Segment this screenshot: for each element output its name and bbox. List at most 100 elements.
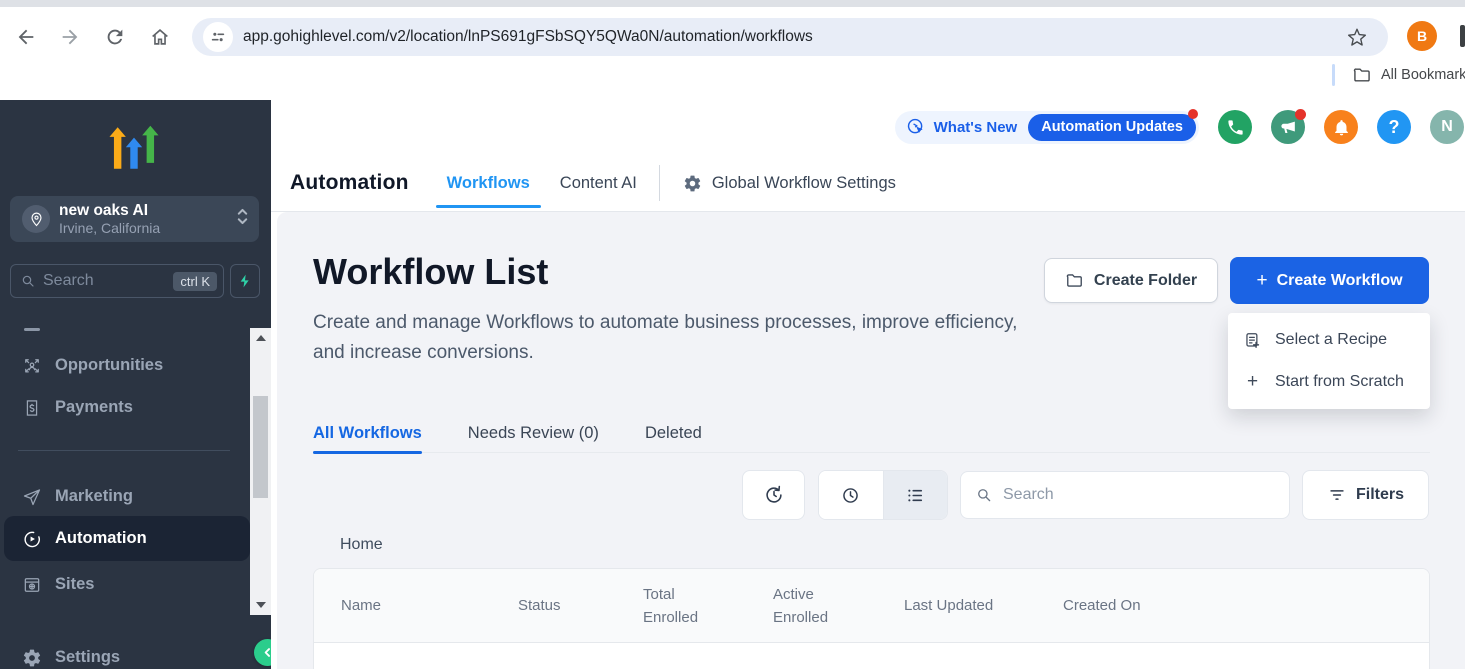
column-active-enrolled[interactable]: Active Enrolled	[773, 583, 839, 629]
recipe-icon	[1243, 331, 1262, 350]
sidebar-divider	[18, 450, 230, 451]
breadcrumb[interactable]: Home	[340, 536, 383, 554]
sidebar-item-opportunities[interactable]: Opportunities	[0, 343, 250, 388]
sidebar-item-payments[interactable]: Payments	[0, 385, 250, 430]
browser-toolbar: app.gohighlevel.com/v2/location/lnPS691g…	[0, 7, 1465, 60]
browser-back-button[interactable]	[13, 24, 39, 50]
bookmarks-bar: All Bookmarks	[0, 60, 1465, 92]
column-name[interactable]: Name	[341, 594, 518, 617]
create-workflow-button[interactable]: + Create Workflow	[1230, 257, 1429, 304]
opportunities-icon	[22, 356, 42, 376]
search-shortcut-badge: ctrl K	[173, 272, 217, 291]
workflow-search[interactable]	[960, 471, 1290, 519]
announcements-button[interactable]	[1271, 110, 1305, 144]
settings-icon	[22, 648, 42, 668]
scrollbar-thumb[interactable]	[253, 396, 268, 498]
screen: app.gohighlevel.com/v2/location/lnPS691g…	[0, 0, 1465, 669]
workflow-search-input[interactable]	[1003, 486, 1279, 504]
logo-arrow-green	[142, 126, 158, 163]
whats-new-icon	[906, 117, 926, 137]
history-view-button[interactable]	[819, 471, 883, 519]
gohighlevel-logo	[108, 120, 160, 176]
browser-menu-partial[interactable]	[1460, 25, 1465, 47]
browser-address-bar[interactable]: app.gohighlevel.com/v2/location/lnPS691g…	[192, 18, 1388, 56]
notifications-button[interactable]	[1324, 110, 1358, 144]
sidebar-search[interactable]: ctrl K	[10, 264, 224, 298]
create-folder-label: Create Folder	[1094, 272, 1197, 290]
main-area: What's New Automation Updates	[271, 100, 1465, 669]
folder-icon	[1352, 65, 1372, 85]
sidebar-collapse-button[interactable]	[254, 639, 271, 666]
tab-needs-review[interactable]: Needs Review (0)	[468, 414, 599, 452]
column-total-enrolled[interactable]: Total Enrolled	[643, 583, 709, 629]
column-status[interactable]: Status	[518, 594, 643, 617]
menu-item-start-from-scratch[interactable]: + Start from Scratch	[1228, 361, 1430, 403]
plus-icon: +	[1243, 371, 1262, 393]
url-text: app.gohighlevel.com/v2/location/lnPS691g…	[243, 18, 813, 56]
sidebar-item-label: Marketing	[55, 487, 133, 506]
sidebar-item-marketing[interactable]: Marketing	[0, 474, 250, 519]
plus-icon: +	[1256, 270, 1267, 292]
browser-forward-button[interactable]	[57, 24, 83, 50]
list-view-button[interactable]	[883, 471, 948, 519]
tab-deleted[interactable]: Deleted	[645, 414, 702, 452]
history-icon	[763, 484, 785, 506]
tab-all-workflows[interactable]: All Workflows	[313, 414, 422, 452]
view-toggle	[818, 470, 948, 520]
list-icon	[905, 485, 926, 506]
phone-button[interactable]	[1218, 110, 1252, 144]
top-band: What's New Automation Updates	[271, 100, 1465, 155]
sidebar-item-sites[interactable]: Sites	[0, 562, 250, 607]
global-workflow-settings-link[interactable]: Global Workflow Settings	[683, 174, 896, 193]
sidebar-item-settings[interactable]: Settings	[0, 635, 250, 669]
partial-menu-item	[24, 328, 40, 331]
site-info-icon[interactable]	[203, 22, 233, 52]
profile-initial: B	[1417, 28, 1427, 44]
quick-actions-button[interactable]	[230, 264, 260, 298]
browser-tab-strip	[0, 0, 1465, 7]
all-bookmarks-label[interactable]: All Bookmarks	[1381, 60, 1465, 90]
refresh-icon	[104, 26, 126, 48]
scroll-down-arrow[interactable]	[250, 597, 271, 613]
sidebar-search-input[interactable]	[43, 272, 173, 290]
sites-icon	[22, 575, 42, 595]
whats-new-pill[interactable]: What's New Automation Updates	[895, 111, 1199, 144]
column-last-updated[interactable]: Last Updated	[904, 594, 1063, 617]
sidebar-scrollbar[interactable]	[250, 328, 271, 615]
home-icon	[149, 26, 171, 48]
payments-icon	[22, 398, 42, 418]
page-title: Automation	[290, 171, 409, 195]
sidebar-item-label: Automation	[55, 529, 147, 548]
browser-profile-avatar[interactable]: B	[1407, 21, 1437, 51]
execution-logs-button[interactable]	[742, 470, 805, 520]
create-workflow-dropdown: Select a Recipe + Start from Scratch	[1228, 313, 1430, 409]
sidebar-item-label: Payments	[55, 398, 133, 417]
automation-icon	[22, 529, 42, 549]
user-initial: N	[1441, 118, 1453, 136]
menu-item-select-a-recipe[interactable]: Select a Recipe	[1228, 319, 1430, 361]
logo-arrow-yellow	[109, 127, 125, 169]
tab-workflows[interactable]: Workflows	[447, 155, 530, 211]
scroll-up-arrow[interactable]	[250, 330, 271, 346]
tab-content-ai[interactable]: Content AI	[560, 155, 637, 211]
column-created-on[interactable]: Created On	[1063, 594, 1429, 617]
question-mark-icon: ?	[1389, 117, 1400, 138]
workflow-table: Name Status Total Enrolled Active Enroll…	[313, 568, 1430, 669]
bookmarks-divider	[1332, 64, 1335, 86]
filters-button[interactable]: Filters	[1302, 470, 1429, 520]
location-pin-icon	[22, 205, 50, 233]
bookmark-star-icon[interactable]	[1346, 26, 1368, 48]
top-icon-cluster: What's New Automation Updates	[895, 110, 1464, 144]
user-avatar[interactable]: N	[1430, 110, 1464, 144]
browser-refresh-button[interactable]	[102, 24, 128, 50]
sidebar-item-automation[interactable]: Automation	[4, 516, 250, 561]
lightning-bolt-icon	[237, 273, 253, 289]
help-button[interactable]: ?	[1377, 110, 1411, 144]
forward-arrow-icon	[59, 26, 81, 48]
browser-home-button[interactable]	[147, 24, 173, 50]
header-divider	[659, 165, 660, 201]
create-folder-button[interactable]: Create Folder	[1044, 258, 1218, 303]
automation-updates-badge[interactable]: Automation Updates	[1028, 114, 1196, 141]
location-selector[interactable]: new oaks AI Irvine, California	[10, 196, 259, 242]
sidebar: new oaks AI Irvine, California ctrl K Op…	[0, 100, 271, 669]
